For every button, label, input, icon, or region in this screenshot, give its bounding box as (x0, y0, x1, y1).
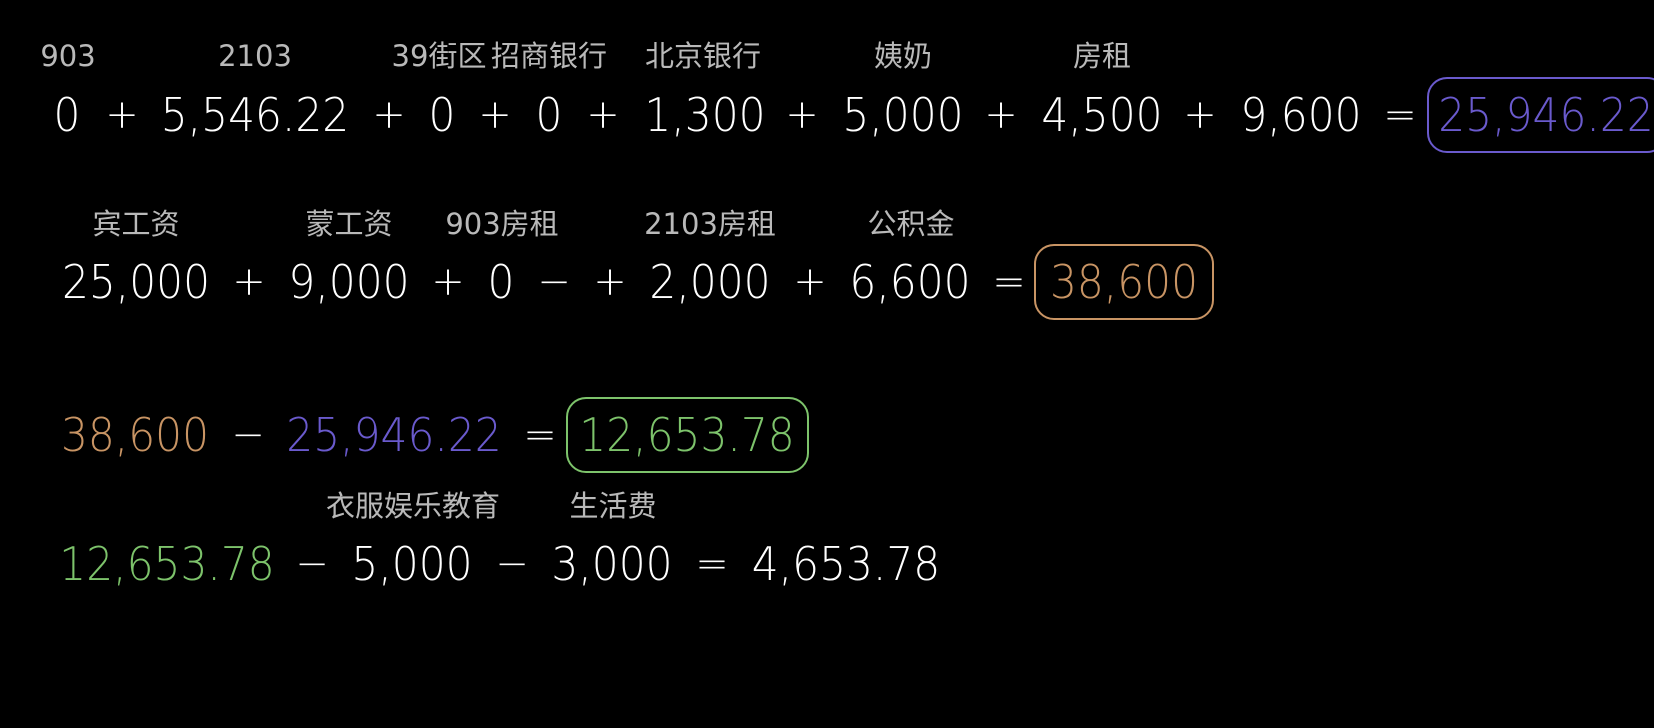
row1-operator: + (105, 92, 139, 138)
row4-value: 5,000 (351, 537, 473, 591)
row1-label-39-block: 39街区 (391, 39, 487, 73)
row1-equals: = (1383, 92, 1417, 138)
row2-value: 6,600 (849, 255, 971, 309)
row3-operator: − (231, 412, 265, 458)
row4-equals: = (695, 541, 729, 587)
row1-operator: + (1183, 92, 1217, 138)
row1-label-903: 903 (40, 39, 96, 73)
row1-value: 1,300 (644, 88, 766, 142)
equations-canvas: 903 2103 39街区 招商银行 北京银行 姨奶 房租 0 + 5,546.… (0, 0, 1654, 728)
row2-value: 25,000 (61, 255, 211, 309)
row2-operator: + (593, 259, 627, 305)
row1-operator: + (785, 92, 819, 138)
row1-value: 0 (535, 88, 563, 142)
row4-operator: − (295, 541, 329, 587)
row2-value: 0 (487, 255, 515, 309)
row3-equals: = (523, 412, 557, 458)
row2-operator: − (537, 259, 571, 305)
row2-total: 38,600 (1049, 255, 1199, 309)
row4-label-living-expenses: 生活费 (569, 489, 657, 523)
row2-label-meng-salary: 蒙工资 (305, 207, 393, 241)
row1-operator: + (478, 92, 512, 138)
row1-value: 0 (428, 88, 456, 142)
row3-subtrahend: 25,946.22 (286, 408, 502, 462)
row1-value: 9,600 (1240, 88, 1362, 142)
row1-label-bob: 北京银行 (644, 39, 762, 73)
row1-total: 25,946.22 (1438, 88, 1654, 142)
row1-operator: + (586, 92, 620, 138)
row3-result: 12,653.78 (579, 408, 795, 462)
row2-label-903-rent: 903房租 (445, 207, 559, 241)
row4-result: 4,653.78 (751, 537, 941, 591)
row2-label-housing-fund: 公积金 (867, 207, 955, 241)
row1-value: 5,546.22 (160, 88, 350, 142)
row1-value: 4,500 (1041, 88, 1163, 142)
row2-equals: = (992, 259, 1026, 305)
row1-label-rent: 房租 (1072, 39, 1132, 73)
row1-value: 5,000 (842, 88, 964, 142)
row1-label-aunt: 姨奶 (873, 39, 933, 73)
row2-operator: + (232, 259, 266, 305)
row4-operator: − (495, 541, 529, 587)
row1-value: 0 (53, 88, 81, 142)
row3-minuend: 38,600 (60, 408, 210, 462)
row2-label-2103-rent: 2103房租 (644, 207, 776, 241)
row1-label-cmb: 招商银行 (490, 39, 608, 73)
row1-operator: + (984, 92, 1018, 138)
row1-label-2103: 2103 (218, 39, 292, 73)
row4-value: 3,000 (551, 537, 673, 591)
row4-label-clothes-entertainment-education: 衣服娱乐教育 (325, 489, 501, 523)
row4-start: 12,653.78 (59, 537, 275, 591)
row2-operator: + (431, 259, 465, 305)
row2-value: 9,000 (288, 255, 410, 309)
row2-operator: + (793, 259, 827, 305)
row1-operator: + (372, 92, 406, 138)
row2-label-bin-salary: 宾工资 (92, 207, 180, 241)
row2-value: 2,000 (649, 255, 771, 309)
